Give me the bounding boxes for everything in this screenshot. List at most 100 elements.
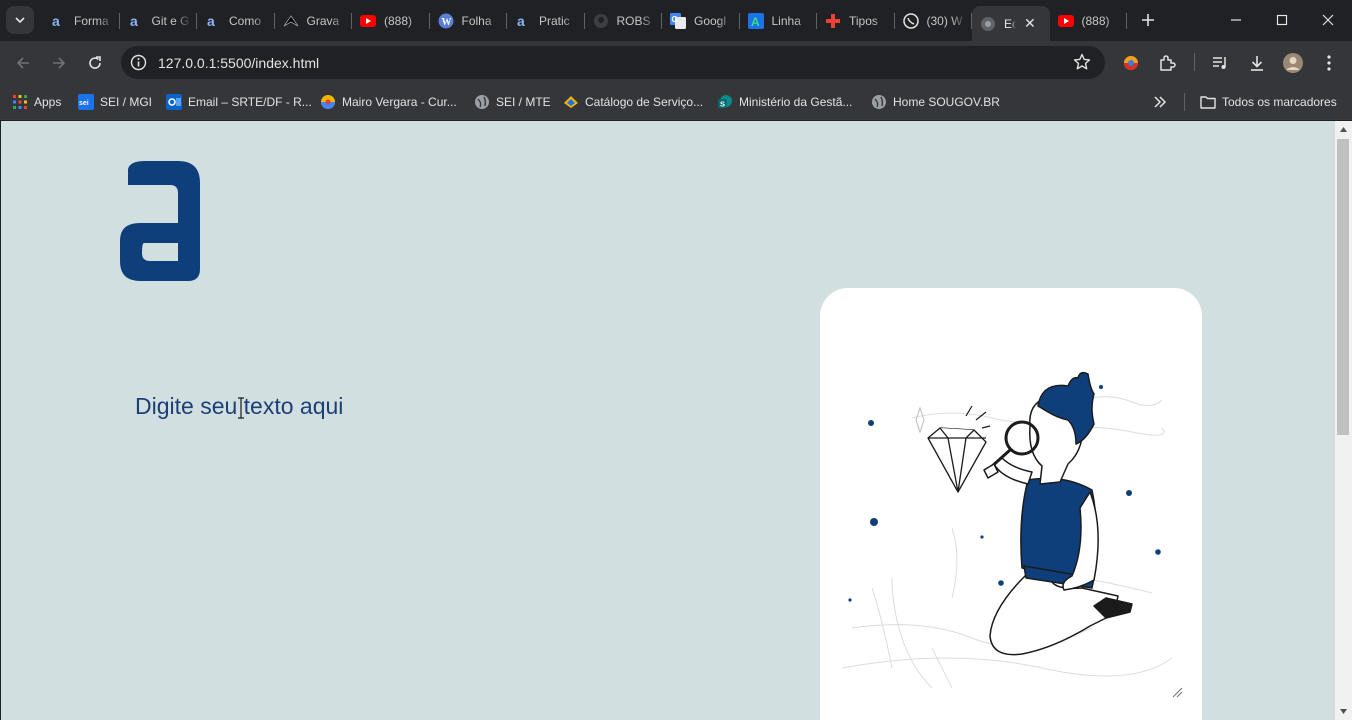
download-icon[interactable] [1246,52,1268,74]
tab[interactable]: G Googl [662,0,740,41]
bookmark-label: Apps [34,95,62,109]
bookmark-catalogo[interactable]: Catálogo de Serviço... [563,92,703,112]
address-bar[interactable]: 127.0.0.1:5500/index.html [121,46,1105,79]
tab-list: a Forma a Git e G a Como Grava (888) W F… [42,0,1127,41]
bookmark-sei-mgi[interactable]: sei SEI / MGI [78,92,152,112]
bookmark-label: Ministério da Gestã... [739,95,853,109]
tab[interactable]: A Linha [740,0,817,41]
sei-icon: sei [78,94,94,110]
reload-icon [89,56,101,69]
tab-active[interactable]: Ec ✕ [972,6,1050,41]
bookmark-home-sougov[interactable]: Home SOUGOV.BR [871,92,1000,112]
globe-icon [980,16,996,32]
tab-title: Tipos [849,13,878,28]
reload-button[interactable] [81,49,109,77]
all-bookmarks-folder[interactable]: Todos os marcadores [1200,92,1337,112]
tab-title: (888) [384,13,413,28]
alura-icon: a [515,13,531,29]
close-window-button[interactable] [1305,0,1351,40]
site-info-icon[interactable] [130,54,147,71]
scrollbar-thumb[interactable] [1337,139,1349,435]
illustration-card [820,288,1202,720]
tab-title: Como [229,13,262,28]
extensions-puzzle-icon[interactable] [1156,52,1178,74]
bookmark-apps[interactable]: Apps [12,92,61,112]
folder-icon [1200,94,1216,110]
tab[interactable]: W Folha [430,0,507,41]
tab-title: (30) W [926,13,963,28]
svg-text:A: A [751,15,760,29]
bookmark-label: SEI / MGI [100,95,153,109]
bookmark-label: Mairo Vergara - Cur... [342,95,457,109]
menu-kebab-icon[interactable] [1318,52,1340,74]
bookmark-sei-mte[interactable]: SEI / MTE [474,92,551,112]
tab[interactable]: a Pratic [507,0,585,41]
maximize-button[interactable] [1259,0,1305,40]
plus-icon [825,13,841,29]
tab[interactable]: (888) [352,0,430,41]
youtube-icon [360,13,376,29]
new-tab-button[interactable] [1136,8,1160,32]
tab[interactable]: ROBS [585,0,662,41]
tab-title: Folha [461,13,492,28]
bookmarks-bar: Apps sei SEI / MGI Email – SRTE/DF - R..… [0,84,1352,120]
tab[interactable]: Tipos [817,0,895,41]
minimize-icon [1231,19,1241,21]
alura-icon: a [50,13,66,29]
tab[interactable]: a Forma [42,0,120,41]
minimize-button[interactable] [1213,0,1259,40]
bookmark-label: Home SOUGOV.BR [893,95,1000,109]
browser-toolbar: 127.0.0.1:5500/index.html [0,41,1352,84]
tab-title: (888) [1081,13,1110,28]
linha-icon: A [747,12,764,29]
tab-title: Grava [306,13,340,28]
extension-color-icon[interactable] [1120,52,1142,74]
chevron-double-right-icon [1154,96,1167,108]
tab[interactable]: (30) W [895,0,972,41]
tab-title: Forma [74,13,109,28]
bookmark-ministerio[interactable]: S Ministério da Gestã... [717,92,852,112]
vertical-scrollbar[interactable] [1335,121,1352,720]
apps-grid-icon [12,94,28,110]
tab[interactable]: Grava [275,0,352,41]
star-icon[interactable] [1073,53,1091,71]
svg-text:S: S [720,100,725,109]
bookmark-label: Catálogo de Serviço... [585,95,704,109]
tab-title: Linha [771,13,801,28]
tab-title: Pratic [539,13,570,28]
bookmark-email-srte[interactable]: Email – SRTE/DF - R... [166,92,312,112]
media-control-icon[interactable] [1209,52,1231,74]
tab-title: Googl [694,13,727,28]
tab[interactable]: a Como [197,0,275,41]
gov-icon [563,94,579,110]
tab-separator [1126,13,1127,29]
tab[interactable]: a Git e G [120,0,197,41]
scroll-down-arrow-icon[interactable] [1339,707,1348,716]
url-text[interactable]: 127.0.0.1:5500/index.html [158,55,319,71]
globe-icon [474,94,490,110]
bookmarks-overflow-button[interactable] [1153,92,1167,112]
tab[interactable]: (888) [1050,0,1127,41]
google-translate-icon: G [670,12,686,29]
arrow-left-icon [16,57,29,69]
outlook-icon [166,94,182,110]
sharepoint-icon: S [717,94,733,110]
svg-text:a: a [130,14,138,28]
scroll-up-arrow-icon[interactable] [1339,125,1348,134]
tab-title: Git e G [151,13,190,28]
profile-avatar[interactable] [1282,52,1304,74]
wordpress-icon: W [438,13,454,29]
back-button[interactable] [9,49,37,77]
person-with-magnifier-illustration [841,371,1173,689]
forward-button[interactable] [45,49,73,77]
bookmarks-separator [1184,93,1185,111]
bookmark-label: Email – SRTE/DF - R... [188,95,312,109]
close-tab-icon[interactable]: ✕ [1024,15,1036,32]
close-icon [1322,14,1334,26]
tab-title: Ec [1004,16,1016,31]
resize-grip-icon[interactable] [1171,686,1183,698]
globe-icon [871,94,887,110]
tab-strip: a Forma a Git e G a Como Grava (888) W F… [0,0,1352,41]
bookmark-mairo-vergara[interactable]: Mairo Vergara - Cur... [320,92,457,112]
tab-search-button[interactable] [6,6,34,34]
